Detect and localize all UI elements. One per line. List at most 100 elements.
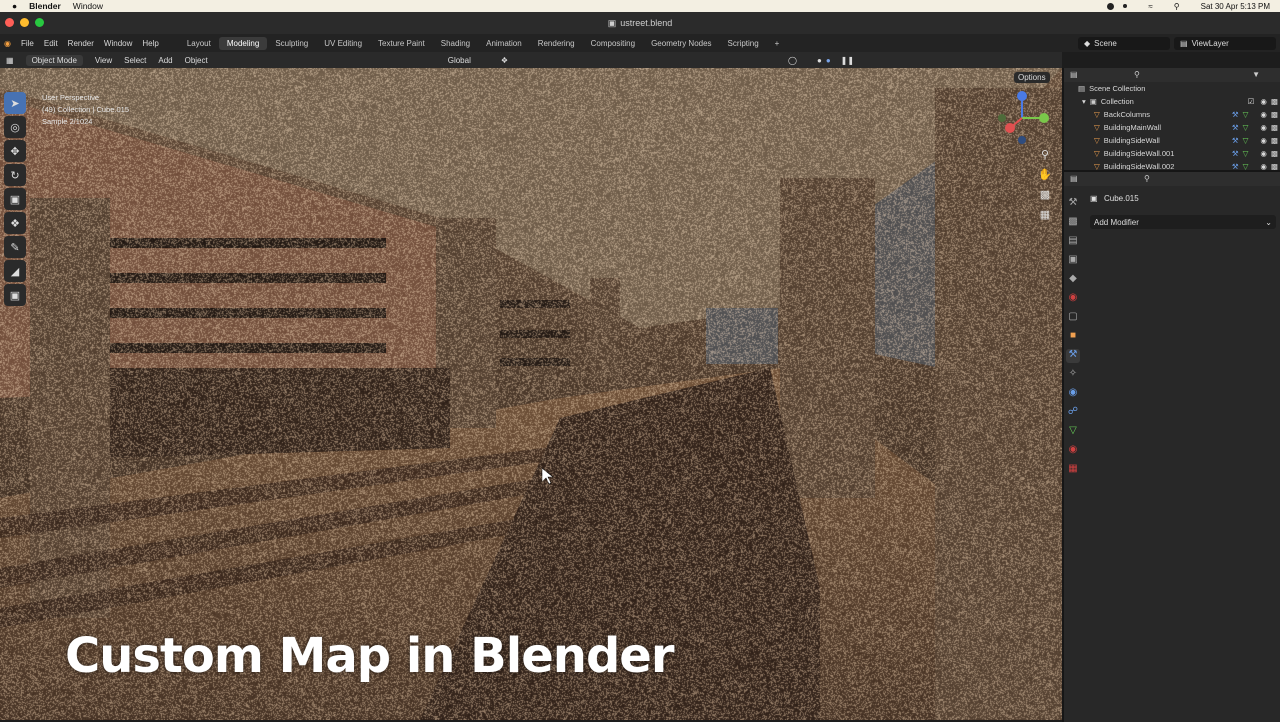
- object-tab-icon[interactable]: ■: [1066, 330, 1080, 344]
- texture-tab-icon[interactable]: ▦: [1066, 463, 1080, 477]
- tab-compositing[interactable]: Compositing: [583, 37, 643, 50]
- transform-tool-icon[interactable]: ❖: [4, 212, 26, 234]
- tab-rendering[interactable]: Rendering: [530, 37, 583, 50]
- measure-tool-icon[interactable]: ◢: [4, 260, 26, 282]
- tab-sculpting[interactable]: Sculpting: [267, 37, 316, 50]
- select-tool-icon[interactable]: ➤: [4, 92, 26, 114]
- properties-editor-icon[interactable]: ▤: [1070, 174, 1078, 183]
- outliner-scene-collection[interactable]: ▤ Scene Collection: [1064, 82, 1280, 95]
- render-camera-icon[interactable]: ▩: [1271, 110, 1278, 119]
- mesh-object-icon: ▽: [1094, 110, 1100, 119]
- render-camera-icon[interactable]: ▩: [1271, 123, 1278, 132]
- render-camera-icon[interactable]: ▩: [1271, 149, 1278, 158]
- options-button[interactable]: Options: [1014, 72, 1050, 83]
- pan-hand-icon[interactable]: ✋: [1038, 168, 1052, 182]
- annotate-tool-icon[interactable]: ✎: [4, 236, 26, 258]
- tab-texture-paint[interactable]: Texture Paint: [370, 37, 433, 50]
- physics-tab-icon[interactable]: ◉: [1066, 387, 1080, 401]
- shading-rendered-icon[interactable]: ●: [826, 56, 831, 65]
- view-layer-selector[interactable]: ▤ ViewLayer: [1174, 37, 1276, 50]
- menu-help[interactable]: Help: [142, 39, 158, 48]
- collection-tab-icon[interactable]: ▢: [1066, 311, 1080, 325]
- menu-render[interactable]: Render: [68, 39, 94, 48]
- outliner-editor-icon[interactable]: ▤: [1070, 70, 1078, 79]
- tool-tab-icon[interactable]: ⚒: [1066, 197, 1080, 211]
- mac-window-menu[interactable]: Window: [73, 1, 103, 11]
- render-camera-icon[interactable]: ▩: [1271, 97, 1278, 106]
- visibility-eye-icon[interactable]: ◉: [1260, 136, 1267, 145]
- add-modifier-button[interactable]: Add Modifier ⌄: [1090, 215, 1276, 229]
- zoom-window-button[interactable]: [35, 18, 44, 27]
- add-cube-tool-icon[interactable]: ▣: [4, 284, 26, 306]
- tab-uv-editing[interactable]: UV Editing: [316, 37, 370, 50]
- cursor-tool-icon[interactable]: ◎: [4, 116, 26, 138]
- scene-selector[interactable]: ◆ Scene: [1078, 37, 1170, 50]
- outliner-item[interactable]: ▽ BackColumns ⚒ ▽ ◉ ▩: [1064, 108, 1280, 121]
- mac-datetime[interactable]: Sat 30 Apr 5:13 PM: [1201, 2, 1270, 11]
- snap-icon[interactable]: ❖: [501, 56, 508, 65]
- zoom-icon[interactable]: ⚲: [1038, 148, 1052, 162]
- properties-search-icon[interactable]: ⚲: [1144, 174, 1150, 183]
- menu-object[interactable]: Object: [185, 56, 208, 65]
- menu-view[interactable]: View: [95, 56, 112, 65]
- modifier-tab-icon[interactable]: ⚒: [1066, 349, 1080, 363]
- render-camera-icon[interactable]: ▩: [1271, 136, 1278, 145]
- data-tab-icon[interactable]: ▽: [1066, 425, 1080, 439]
- grid-icon[interactable]: ▦: [1038, 208, 1052, 222]
- tab-geometry-nodes[interactable]: Geometry Nodes: [643, 37, 719, 50]
- filter-icon[interactable]: ▼: [1252, 70, 1260, 79]
- transform-orientation[interactable]: Global: [448, 56, 471, 65]
- add-workspace-icon[interactable]: +: [767, 37, 788, 50]
- mode-selector[interactable]: Object Mode: [26, 55, 83, 66]
- menu-select[interactable]: Select: [124, 56, 146, 65]
- outliner-item[interactable]: ▽ BuildingSideWall ⚒ ▽ ◉ ▩: [1064, 134, 1280, 147]
- apple-icon[interactable]: ●: [12, 1, 17, 11]
- world-tab-icon[interactable]: ◉: [1066, 292, 1080, 306]
- pause-icon[interactable]: ❚❚: [841, 56, 854, 65]
- visibility-eye-icon[interactable]: ◉: [1260, 97, 1267, 106]
- move-tool-icon[interactable]: ✥: [4, 140, 26, 162]
- outliner-search-icon[interactable]: ⚲: [1134, 70, 1140, 79]
- view-layer-tab-icon[interactable]: ▣: [1066, 254, 1080, 268]
- menu-add[interactable]: Add: [158, 56, 172, 65]
- shading-solid-icon[interactable]: ●: [817, 56, 822, 65]
- rotate-tool-icon[interactable]: ↻: [4, 164, 26, 186]
- visibility-eye-icon[interactable]: ◉: [1260, 123, 1267, 132]
- material-tab-icon[interactable]: ◉: [1066, 444, 1080, 458]
- menu-edit[interactable]: Edit: [44, 39, 58, 48]
- menu-file[interactable]: File: [21, 39, 34, 48]
- blender-logo-icon[interactable]: ◉: [4, 39, 11, 48]
- tab-layout[interactable]: Layout: [179, 37, 219, 50]
- outliner-item[interactable]: ▽ BuildingSideWall.001 ⚒ ▽ ◉ ▩: [1064, 147, 1280, 160]
- render-tab-icon[interactable]: ▩: [1066, 216, 1080, 230]
- collection-label: Collection: [1101, 97, 1134, 106]
- tab-animation[interactable]: Animation: [478, 37, 530, 50]
- scale-tool-icon[interactable]: ▣: [4, 188, 26, 210]
- wifi-icon[interactable]: ≈: [1148, 2, 1152, 11]
- tab-scripting[interactable]: Scripting: [720, 37, 767, 50]
- tab-modeling[interactable]: Modeling: [219, 37, 267, 50]
- particles-tab-icon[interactable]: ✧: [1066, 368, 1080, 382]
- visibility-eye-icon[interactable]: ◉: [1260, 149, 1267, 158]
- scene-collection-label: Scene Collection: [1089, 84, 1145, 93]
- close-window-button[interactable]: [5, 18, 14, 27]
- constraints-tab-icon[interactable]: ☍: [1066, 406, 1080, 420]
- navigation-gizmo-icon[interactable]: [998, 90, 1054, 146]
- output-tab-icon[interactable]: ▤: [1066, 235, 1080, 249]
- tab-shading[interactable]: Shading: [433, 37, 478, 50]
- scene-tab-icon[interactable]: ◆: [1066, 273, 1080, 287]
- menu-window[interactable]: Window: [104, 39, 132, 48]
- expand-icon[interactable]: ▾: [1082, 97, 1086, 106]
- search-icon[interactable]: ⚲: [1174, 2, 1180, 11]
- minimize-window-button[interactable]: [20, 18, 29, 27]
- outliner-item[interactable]: ▽ BuildingMainWall ⚒ ▽ ◉ ▩: [1064, 121, 1280, 134]
- overlay-icon[interactable]: ◯: [788, 56, 797, 65]
- editor-type-icon[interactable]: ▦: [6, 56, 14, 65]
- record-icon[interactable]: [1107, 3, 1114, 10]
- outliner-collection[interactable]: ▾ ▣ Collection ☑ ◉ ▩: [1064, 95, 1280, 108]
- visibility-eye-icon[interactable]: ◉: [1260, 110, 1267, 119]
- camera-icon[interactable]: ▩: [1038, 188, 1052, 202]
- checkbox-icon[interactable]: ☑: [1248, 97, 1255, 106]
- 3d-viewport[interactable]: User Perspective (49) Collection | Cube.…: [0, 68, 1062, 720]
- mac-app-menu[interactable]: Blender: [29, 1, 61, 11]
